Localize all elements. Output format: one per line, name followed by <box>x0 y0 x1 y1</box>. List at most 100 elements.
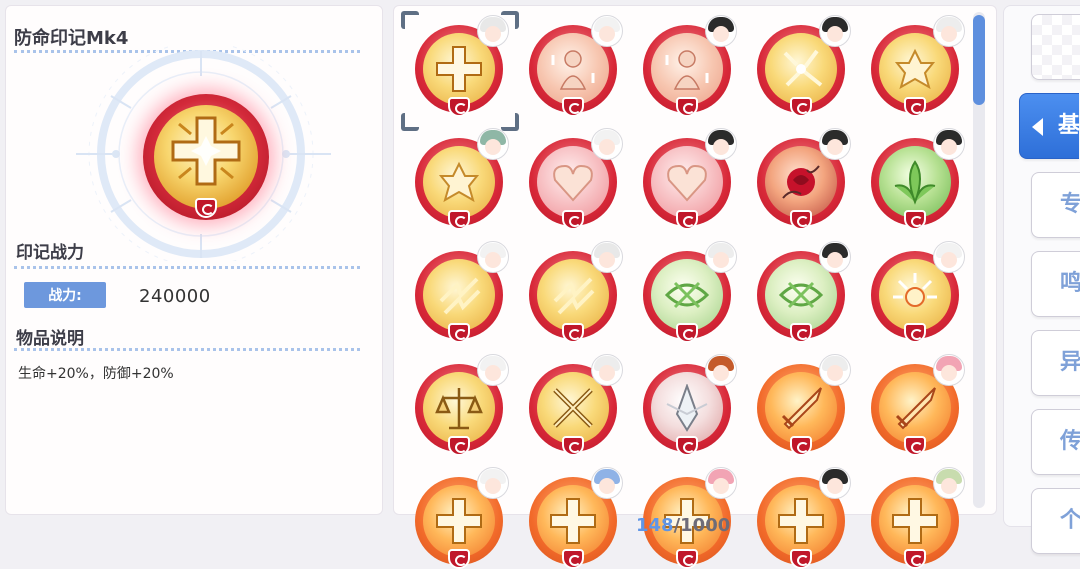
seal-item[interactable] <box>869 467 965 569</box>
seal-item[interactable] <box>755 467 851 569</box>
description-title: 物品说明 <box>16 329 84 349</box>
seal-item[interactable] <box>527 467 623 569</box>
faction-emblem-icon <box>904 97 926 117</box>
seal-item[interactable] <box>869 128 965 230</box>
faction-emblem-icon <box>195 198 217 218</box>
arrow-left-icon <box>1032 118 1043 136</box>
page-indicator: 148/1000 <box>636 515 730 536</box>
faction-emblem-icon <box>448 549 470 569</box>
character-avatar <box>591 354 623 386</box>
leaf-icon <box>894 160 936 205</box>
faction-emblem-icon <box>448 97 470 117</box>
cross-icon <box>436 498 482 544</box>
seal-item[interactable] <box>641 354 737 456</box>
seal-item[interactable] <box>527 128 623 230</box>
character-avatar <box>933 241 965 273</box>
seal-item[interactable] <box>641 15 737 117</box>
tab-2[interactable]: 专 <box>1031 172 1080 238</box>
seal-item[interactable] <box>869 15 965 117</box>
seal-item[interactable] <box>413 241 509 343</box>
character-avatar <box>933 467 965 499</box>
heart-icon <box>553 164 593 202</box>
character-avatar <box>933 354 965 386</box>
character-avatar <box>933 128 965 160</box>
spark-icon <box>439 277 481 315</box>
character-avatar <box>705 15 737 47</box>
spark-icon <box>553 277 595 315</box>
faction-emblem-icon <box>790 436 812 456</box>
seal-item[interactable] <box>527 241 623 343</box>
cross-icon <box>778 498 824 544</box>
item-description: 生命+20%，防御+20% <box>18 366 174 382</box>
faction-emblem-icon <box>904 323 926 343</box>
tab-5[interactable]: 传 <box>1031 409 1080 475</box>
faction-emblem-icon <box>448 436 470 456</box>
selection-corner <box>401 11 419 29</box>
heart-icon <box>667 164 707 202</box>
swords-icon <box>553 388 593 428</box>
character-avatar <box>705 354 737 386</box>
tab-4[interactable]: 异 <box>1031 330 1080 396</box>
seal-item[interactable] <box>869 241 965 343</box>
sun-icon <box>893 273 937 307</box>
faction-emblem-icon <box>562 549 584 569</box>
blade-icon <box>666 384 708 432</box>
character-avatar <box>705 467 737 499</box>
seal-item[interactable] <box>641 128 737 230</box>
faction-emblem-icon <box>562 436 584 456</box>
tab-3[interactable]: 鸣 <box>1031 251 1080 317</box>
tab-6[interactable]: 个 <box>1031 488 1080 554</box>
faction-emblem-icon <box>562 323 584 343</box>
character-avatar <box>819 241 851 273</box>
seal-item[interactable] <box>527 15 623 117</box>
cross-icon <box>436 46 482 92</box>
faction-emblem-icon <box>904 436 926 456</box>
tab-1[interactable]: 基 <box>1019 93 1080 159</box>
seal-item[interactable] <box>641 241 737 343</box>
tab-label: 个 <box>1060 508 1080 533</box>
seal-item[interactable] <box>413 467 509 569</box>
seal-item[interactable] <box>755 128 851 230</box>
seal-item[interactable] <box>755 15 851 117</box>
faction-emblem-icon <box>676 97 698 117</box>
faction-emblem-icon <box>448 210 470 230</box>
character-avatar <box>933 15 965 47</box>
item-detail-panel: 防命印记Mk4 印记战力 战力: 240000 物品说明 生命+20%，防御+2… <box>5 5 383 515</box>
seal-item[interactable] <box>527 354 623 456</box>
seal-item[interactable] <box>413 354 509 456</box>
page-current: 148 <box>636 515 674 536</box>
tab-label: 鸣 <box>1060 271 1080 296</box>
tab-label: 专 <box>1060 192 1080 217</box>
power-value: 240000 <box>139 286 211 307</box>
seal-item[interactable] <box>869 354 965 456</box>
power-badge: 战力: <box>24 282 106 308</box>
faction-emblem-icon <box>790 210 812 230</box>
faction-emblem-icon <box>676 210 698 230</box>
character-avatar <box>591 128 623 160</box>
character-avatar <box>591 241 623 273</box>
faction-emblem-icon <box>676 436 698 456</box>
cross-icon <box>550 498 596 544</box>
thorn-icon <box>778 281 824 309</box>
seal-item[interactable] <box>401 11 519 131</box>
faction-emblem-icon <box>790 97 812 117</box>
doll-icon <box>551 50 595 90</box>
faction-emblem-icon <box>562 97 584 117</box>
character-avatar <box>705 241 737 273</box>
character-avatar <box>819 128 851 160</box>
sword-icon <box>895 387 936 430</box>
scrollbar-thumb[interactable] <box>973 15 985 105</box>
bloom-icon <box>894 48 936 90</box>
item-icon <box>143 94 269 220</box>
character-avatar <box>819 15 851 47</box>
seal-item[interactable] <box>413 128 509 230</box>
tab-0[interactable] <box>1031 14 1080 80</box>
tab-label: 异 <box>1060 350 1080 375</box>
selection-corner <box>401 113 419 131</box>
faction-emblem-icon <box>790 323 812 343</box>
scale-icon <box>435 388 483 430</box>
tab-label: 基 <box>1058 113 1080 138</box>
rose-icon <box>782 165 820 199</box>
seal-item[interactable] <box>755 241 851 343</box>
seal-item[interactable] <box>755 354 851 456</box>
